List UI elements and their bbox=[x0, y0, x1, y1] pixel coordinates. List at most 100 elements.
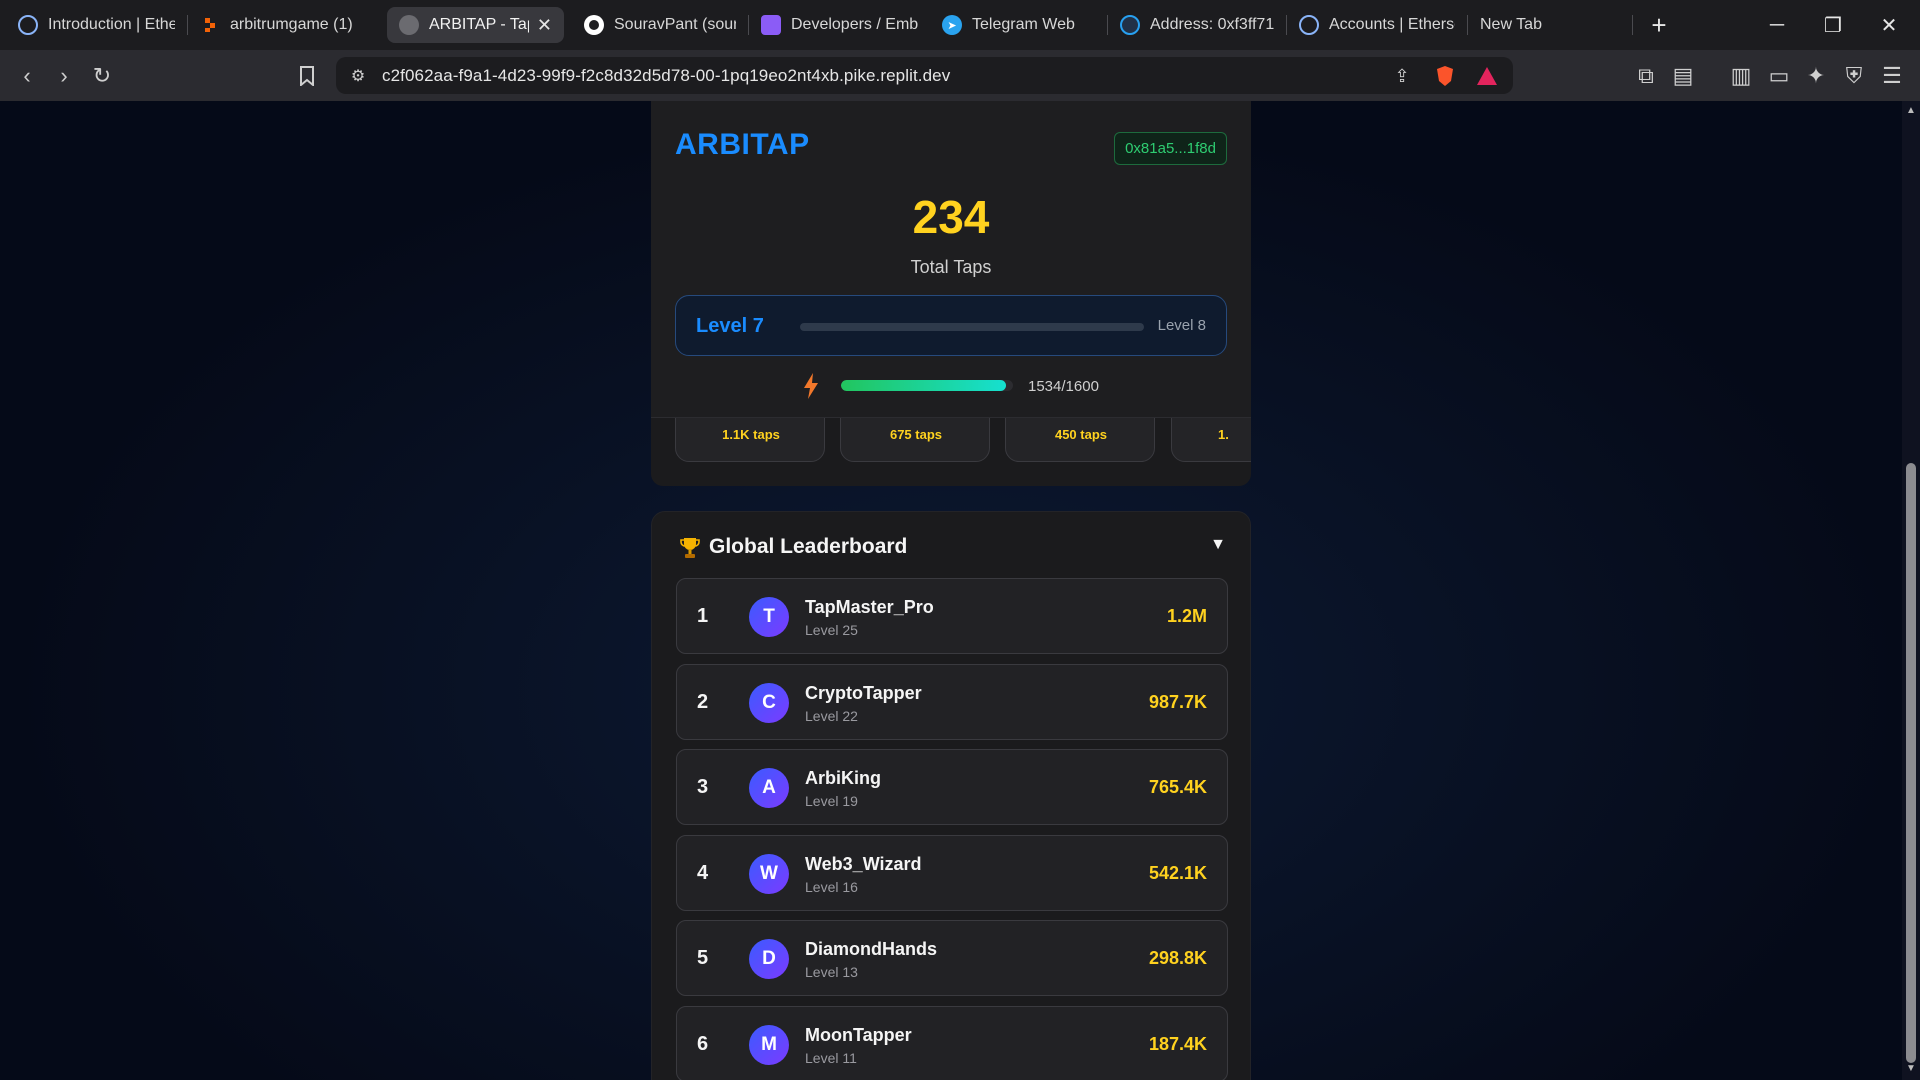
tab-label: Developers / Emb bbox=[791, 16, 918, 33]
level-progress-bar bbox=[800, 323, 1144, 331]
github-icon bbox=[584, 15, 604, 35]
rank-number: 5 bbox=[697, 947, 709, 969]
tab-separator bbox=[1632, 15, 1633, 35]
player-name: TapMaster_Pro bbox=[805, 597, 934, 617]
page-viewport: 1.1K taps 675 taps 450 taps 1. ARBITAP 0… bbox=[0, 101, 1920, 1080]
replit-icon bbox=[200, 15, 220, 35]
player-level: Level 19 bbox=[805, 793, 858, 809]
minimize-button[interactable]: ─ bbox=[1749, 0, 1805, 50]
tab-label: ARBITAP - Tap bbox=[429, 16, 529, 33]
brave-shields-icon[interactable] bbox=[1429, 60, 1461, 92]
back-icon[interactable]: ‹ bbox=[11, 60, 43, 92]
close-tab-icon[interactable]: ✕ bbox=[537, 15, 552, 36]
lightning-icon bbox=[804, 373, 818, 399]
player-taps: 187.4K bbox=[1148, 1034, 1207, 1054]
rank-number: 4 bbox=[697, 862, 709, 884]
rank-number: 1 bbox=[697, 605, 709, 627]
stat-chip[interactable]: 1. bbox=[1171, 418, 1251, 462]
leaderboard-row[interactable]: 2 C CryptoTapper Level 22 987.7K bbox=[676, 664, 1228, 740]
arbitrum-icon bbox=[1120, 15, 1140, 35]
stat-value: 1.1K taps bbox=[722, 427, 780, 442]
leaderboard-row[interactable]: 5 D DiamondHands Level 13 298.8K bbox=[676, 920, 1228, 996]
scroll-down-icon[interactable]: ▼ bbox=[1906, 1063, 1916, 1074]
menu-icon[interactable]: ☰ bbox=[1876, 60, 1908, 92]
close-window-button[interactable]: ✕ bbox=[1861, 0, 1917, 50]
brave-rewards-icon[interactable] bbox=[1471, 60, 1503, 92]
player-taps: 765.4K bbox=[1148, 777, 1207, 797]
stat-chip[interactable]: 675 taps bbox=[840, 418, 990, 462]
share-icon[interactable]: ⇪ bbox=[1386, 60, 1418, 92]
total-taps-label: Total Taps bbox=[910, 257, 992, 277]
restore-button[interactable]: ❐ bbox=[1805, 0, 1861, 50]
wallet-address-badge[interactable]: 0x81a5...1f8d bbox=[1114, 132, 1227, 165]
trophy-icon bbox=[680, 538, 700, 558]
avatar: D bbox=[749, 939, 789, 979]
bookmark-icon[interactable] bbox=[291, 60, 323, 92]
next-level: Level 8 bbox=[1157, 317, 1206, 334]
leaderboard-row[interactable]: 3 A ArbiKing Level 19 765.4K bbox=[676, 749, 1228, 825]
avatar: A bbox=[749, 768, 789, 808]
site-settings-icon[interactable]: ⚙ bbox=[342, 60, 374, 92]
tab-label: Address: 0xf3ff715 bbox=[1150, 16, 1274, 33]
reload-icon[interactable]: ↻ bbox=[86, 60, 118, 92]
extensions-icon[interactable]: ⧉ bbox=[1630, 60, 1662, 92]
address-bar[interactable]: ⚙ c2f062aa-f9a1-4d23-99f9-f2c8d32d5d78-0… bbox=[336, 57, 1513, 94]
tab-label: Accounts | Etherso bbox=[1329, 16, 1455, 33]
collapse-toggle-icon[interactable]: ▼ bbox=[1210, 536, 1226, 554]
tab-label: Telegram Web bbox=[972, 16, 1075, 33]
leaderboard-row[interactable]: 4 W Web3_Wizard Level 16 542.1K bbox=[676, 835, 1228, 911]
leaderboard-row[interactable]: 6 M MoonTapper Level 11 187.4K bbox=[676, 1006, 1228, 1080]
app-icon bbox=[761, 15, 781, 35]
page-scrollbar[interactable]: ▲ ▼ bbox=[1902, 101, 1920, 1080]
stat-chip[interactable]: 1.1K taps bbox=[675, 418, 825, 462]
player-taps: 987.7K bbox=[1148, 692, 1207, 712]
vpn-icon[interactable]: ⛨ bbox=[1838, 60, 1870, 92]
player-level: Level 25 bbox=[805, 622, 858, 638]
wallet-icon[interactable]: ▭ bbox=[1763, 60, 1795, 92]
tab-label: Introduction | Ethe bbox=[48, 16, 175, 33]
energy-bar bbox=[841, 380, 1013, 391]
leo-ai-icon[interactable]: ✦ bbox=[1800, 60, 1832, 92]
global-leaderboard: Global Leaderboard ▼ 1 T TapMaster_Pro L… bbox=[651, 511, 1251, 1080]
stat-value: 675 taps bbox=[889, 427, 943, 442]
browser-tab-bar: Introduction | Ethe arbitrumgame (1) ARB… bbox=[0, 0, 1920, 50]
avatar: W bbox=[749, 854, 789, 894]
browser-tab-active[interactable]: ARBITAP - Tap ✕ bbox=[387, 7, 564, 43]
browser-tab[interactable]: Accounts | Etherso bbox=[1287, 7, 1467, 43]
player-level: Level 22 bbox=[805, 708, 858, 724]
scroll-up-icon[interactable]: ▲ bbox=[1906, 105, 1916, 116]
browser-tab[interactable]: Introduction | Ethe bbox=[6, 7, 187, 43]
sidebar-icon[interactable]: ▥ bbox=[1725, 60, 1757, 92]
forward-icon[interactable]: › bbox=[48, 60, 80, 92]
leaderboard-row[interactable]: 1 T TapMaster_Pro Level 25 1.2M bbox=[676, 578, 1228, 654]
player-level: Level 16 bbox=[805, 879, 858, 895]
stat-chip[interactable]: 450 taps bbox=[1005, 418, 1155, 462]
player-name: CryptoTapper bbox=[805, 683, 922, 703]
browser-tab[interactable]: Address: 0xf3ff715 bbox=[1108, 7, 1286, 43]
globe-icon bbox=[399, 15, 419, 35]
leaderboard-title: Global Leaderboard bbox=[709, 535, 908, 558]
browser-tab[interactable]: SouravPant (soura bbox=[572, 7, 748, 43]
tab-label: New Tab bbox=[1480, 16, 1542, 33]
new-tab-button[interactable]: + bbox=[1637, 7, 1681, 43]
url-text: c2f062aa-f9a1-4d23-99f9-f2c8d32d5d78-00-… bbox=[382, 66, 951, 85]
stats-strip: 1.1K taps 675 taps 450 taps 1. bbox=[651, 418, 1251, 486]
globe-icon bbox=[1299, 15, 1319, 35]
avatar: C bbox=[749, 683, 789, 723]
energy-text: 1534/1600 bbox=[1028, 378, 1099, 395]
scroll-thumb[interactable] bbox=[1906, 463, 1916, 1063]
player-taps: 542.1K bbox=[1148, 863, 1207, 883]
energy-fill bbox=[841, 380, 1006, 391]
player-name: MoonTapper bbox=[805, 1025, 912, 1045]
browser-tab[interactable]: Developers / Emb bbox=[749, 7, 930, 43]
stat-value: 1. bbox=[1218, 427, 1229, 442]
browser-toolbar: ‹ › ↻ ⚙ c2f062aa-f9a1-4d23-99f9-f2c8d32d… bbox=[0, 50, 1920, 101]
player-name: ArbiKing bbox=[805, 768, 881, 788]
avatar: T bbox=[749, 597, 789, 637]
tab-label: SouravPant (soura bbox=[614, 16, 736, 33]
browser-tab[interactable]: New Tab bbox=[1468, 7, 1632, 43]
browser-tab[interactable]: arbitrumgame (1) bbox=[188, 7, 369, 43]
avatar: M bbox=[749, 1025, 789, 1065]
reading-list-icon[interactable]: ▤ bbox=[1667, 60, 1699, 92]
browser-tab[interactable]: ➤ Telegram Web bbox=[930, 7, 1107, 43]
